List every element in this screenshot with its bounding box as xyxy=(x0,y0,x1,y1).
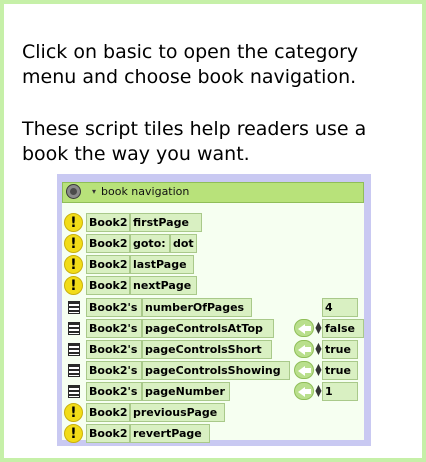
command-tile[interactable]: firstPage xyxy=(130,213,202,232)
object-tile[interactable]: Book2 xyxy=(86,276,130,295)
value-tile[interactable]: 1 xyxy=(322,382,358,401)
tile-row: ! Book2 firstPage xyxy=(62,213,364,233)
tile-row: ! Book2 previousPage xyxy=(62,403,364,423)
tile-row: Book2's numberOfPages 4 xyxy=(62,298,364,318)
instruction-text-1: Click on basic to open the category menu… xyxy=(22,41,359,88)
property-icon[interactable] xyxy=(68,301,80,314)
command-tile[interactable]: nextPage xyxy=(130,276,197,295)
object-tile[interactable]: Book2 xyxy=(86,234,130,253)
assign-arrow-icon[interactable] xyxy=(294,361,314,379)
object-tile[interactable]: Book2's xyxy=(86,340,142,359)
assign-arrow-icon[interactable] xyxy=(294,382,314,400)
tile-row: ! Book2 goto: dot xyxy=(62,234,364,254)
object-tile[interactable]: Book2 xyxy=(86,403,130,422)
object-tile[interactable]: Book2's xyxy=(86,361,142,380)
assign-arrow-icon[interactable] xyxy=(294,319,314,337)
property-tile[interactable]: pageNumber xyxy=(142,382,230,401)
object-tile[interactable]: Book2 xyxy=(86,213,130,232)
command-icon[interactable]: ! xyxy=(64,403,83,422)
property-tile[interactable]: pageControlsShort xyxy=(142,340,272,359)
property-tile[interactable]: pageControlsShowing xyxy=(142,361,290,380)
assign-arrow-icon[interactable] xyxy=(294,340,314,358)
tile-row: ! Book2 revertPage xyxy=(62,424,364,444)
up-down-arrows-icon[interactable]: ▲ ▼ xyxy=(315,384,322,398)
command-icon[interactable]: ! xyxy=(64,213,83,232)
command-tile[interactable]: revertPage xyxy=(130,424,210,443)
command-icon[interactable]: ! xyxy=(64,276,83,295)
tile-row: ! Book2 lastPage xyxy=(62,255,364,275)
property-icon[interactable] xyxy=(68,343,80,356)
tile-row: Book2's pageControlsShort ▲ ▼ true xyxy=(62,340,364,360)
up-down-arrows-icon[interactable]: ▲ ▼ xyxy=(315,321,322,335)
object-tile[interactable]: Book2's xyxy=(86,382,142,401)
command-icon[interactable]: ! xyxy=(64,234,83,253)
category-header[interactable]: ▾ book navigation xyxy=(62,182,364,203)
up-down-arrows-icon[interactable]: ▲ ▼ xyxy=(315,342,322,356)
dropdown-arrow-icon[interactable]: ▾ xyxy=(92,187,96,196)
instruction-text-2: These script tiles help readers use a bo… xyxy=(22,118,367,165)
command-icon[interactable]: ! xyxy=(64,255,83,274)
up-down-arrows-icon[interactable]: ▲ ▼ xyxy=(315,363,322,377)
command-tile[interactable]: previousPage xyxy=(130,403,225,422)
value-tile[interactable]: true xyxy=(322,340,358,359)
property-icon[interactable] xyxy=(68,322,80,335)
viewer-panel: ▾ book navigation ! Book2 firstPage ! Bo… xyxy=(57,174,371,446)
value-tile[interactable]: false xyxy=(322,319,364,338)
command-tile[interactable]: lastPage xyxy=(130,255,194,274)
object-tile[interactable]: Book2's xyxy=(86,319,142,338)
tile-row: Book2's pageControlsAtTop ▲ ▼ false xyxy=(62,319,364,339)
tile-row: ! Book2 nextPage xyxy=(62,276,364,296)
argument-tile[interactable]: dot xyxy=(170,234,197,253)
value-tile[interactable]: true xyxy=(322,361,358,380)
property-tile[interactable]: pageControlsAtTop xyxy=(142,319,274,338)
category-menu-icon[interactable] xyxy=(67,185,80,198)
property-icon[interactable] xyxy=(68,364,80,377)
command-tile[interactable]: goto: xyxy=(130,234,170,253)
tile-row: Book2's pageNumber ▲ ▼ 1 xyxy=(62,382,364,402)
object-tile[interactable]: Book2's xyxy=(86,298,142,317)
tile-list: ▾ book navigation ! Book2 firstPage ! Bo… xyxy=(62,182,364,443)
object-tile[interactable]: Book2 xyxy=(86,255,130,274)
object-tile[interactable]: Book2 xyxy=(86,424,130,443)
value-tile[interactable]: 4 xyxy=(322,298,358,317)
property-icon[interactable] xyxy=(68,385,80,398)
property-tile[interactable]: numberOfPages xyxy=(142,298,252,317)
command-icon[interactable]: ! xyxy=(64,424,83,443)
category-label[interactable]: book navigation xyxy=(101,185,189,198)
tile-row: Book2's pageControlsShowing ▲ ▼ true xyxy=(62,361,364,381)
